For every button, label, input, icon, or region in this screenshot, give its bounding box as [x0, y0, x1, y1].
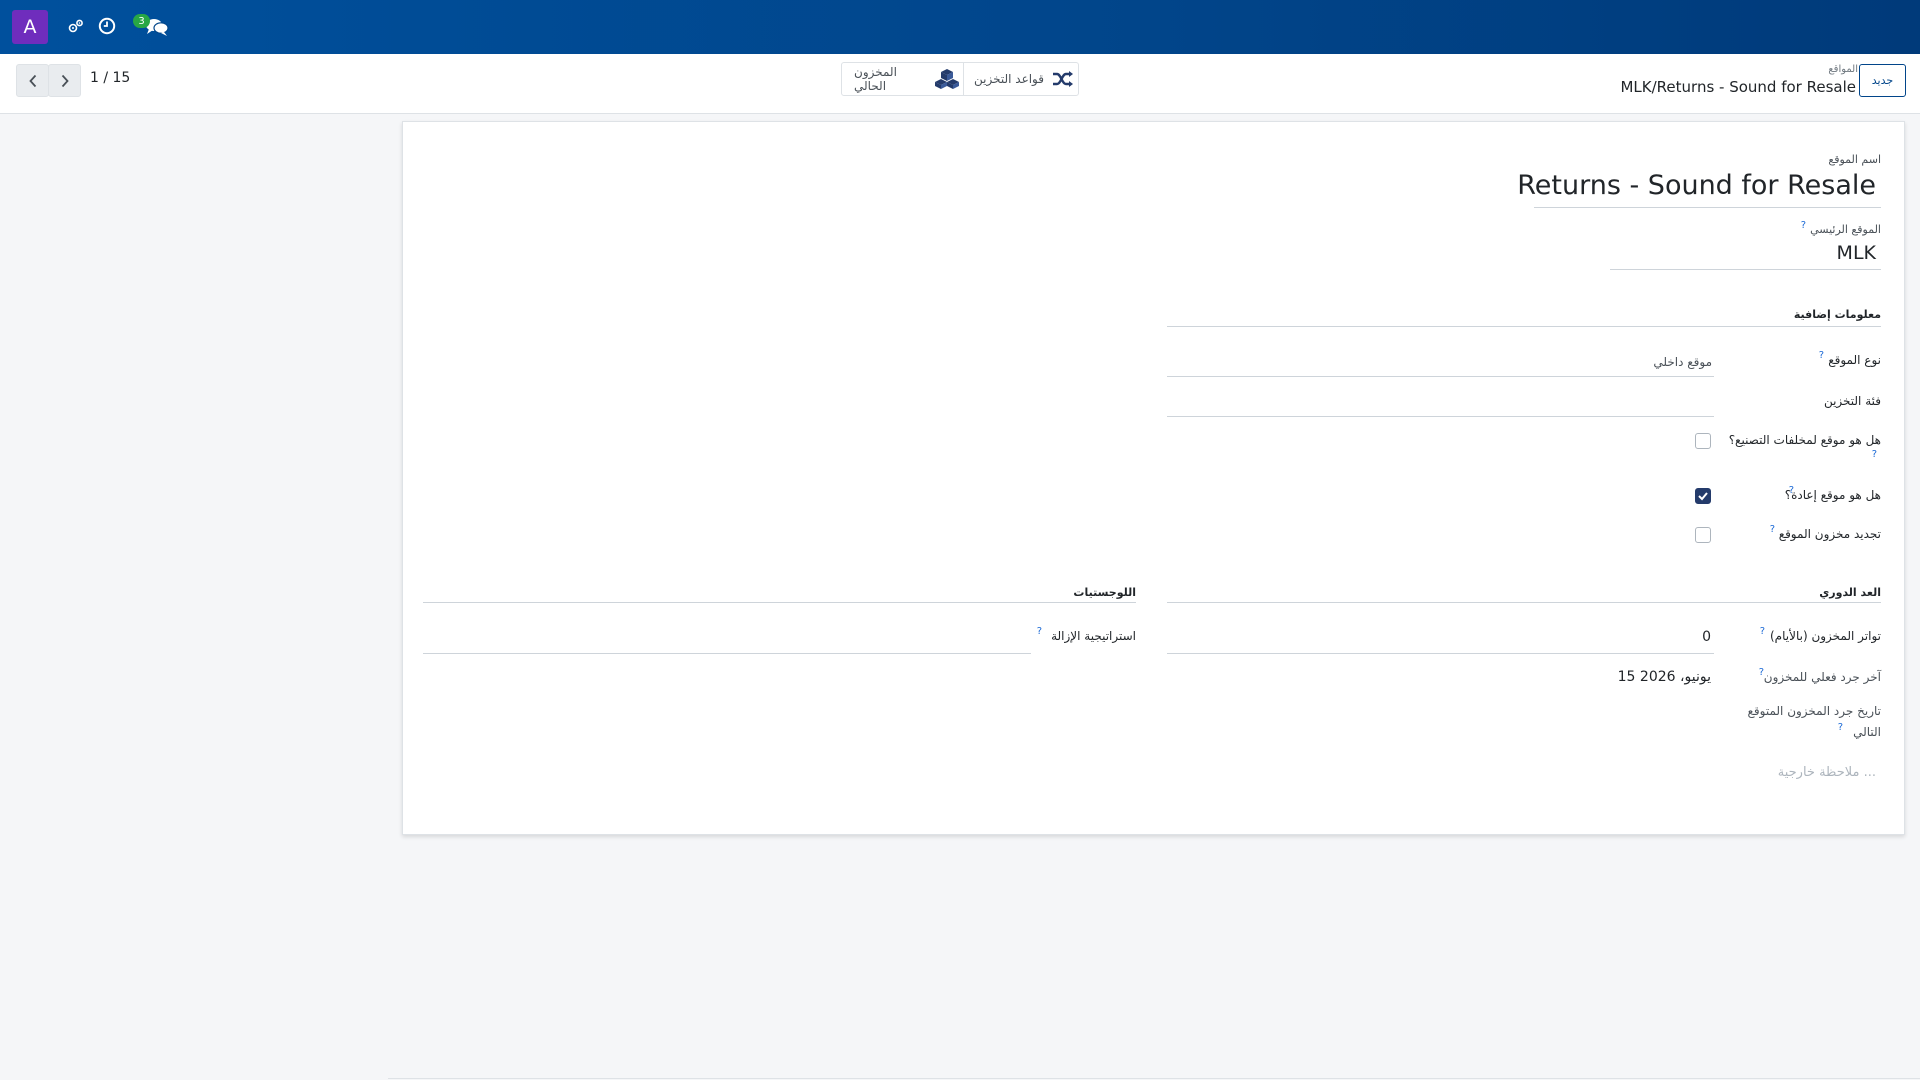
section-additional-divider — [1167, 326, 1881, 327]
location-name-label: اسم الموقع — [1828, 153, 1881, 166]
bugs-icon[interactable] — [68, 18, 84, 38]
location-name-input[interactable]: Returns - Sound for Resale — [1517, 170, 1876, 201]
smart-button-box: المخزون الحالي قواعد التخزين — [841, 62, 1079, 96]
cubes-icon — [934, 68, 960, 90]
parent-location-label: الموقع الرئيسي — [1810, 223, 1881, 236]
inventory-frequency-help-icon[interactable]: ? — [1760, 626, 1765, 637]
location-type-label: نوع الموقع — [1828, 353, 1881, 367]
chevron-right-icon — [61, 74, 69, 87]
section-cyclic-divider — [1167, 602, 1881, 603]
checkmark-icon — [1698, 492, 1708, 501]
parent-location-input[interactable]: MLK — [1837, 242, 1876, 264]
storage-category-input[interactable] — [1167, 416, 1714, 417]
external-note-field[interactable]: ملاحظة خارجية ... — [1778, 765, 1876, 780]
pager-value[interactable]: 1 / 15 — [90, 70, 130, 86]
current-stock-label: المخزون الحالي — [854, 65, 897, 93]
replenish-location-label: تجديد مخزون الموقع — [1778, 527, 1881, 541]
section-cyclic-counting: العد الدوري — [1819, 586, 1881, 599]
last-inventory-help-icon[interactable]: ? — [1759, 667, 1764, 678]
location-type-help-icon[interactable]: ? — [1819, 350, 1824, 361]
section-logistics: اللوجستيات — [1073, 586, 1136, 599]
putaway-rules-button[interactable]: قواعد التخزين — [972, 63, 1078, 95]
putaway-rules-label: قواعد التخزين — [974, 72, 1044, 86]
new-record-button[interactable]: جديد — [1859, 64, 1906, 97]
next-inventory-help-icon[interactable]: ? — [1838, 722, 1843, 733]
removal-strategy-select[interactable] — [423, 653, 1031, 654]
last-inventory-label: آخر جرد فعلي للمخزون — [1763, 670, 1881, 684]
breadcrumb-parent-link[interactable]: المواقع — [1828, 64, 1858, 75]
location-type-underline — [1167, 376, 1714, 377]
inventory-frequency-underline — [1167, 653, 1714, 654]
page-bottom-divider — [388, 1078, 1920, 1079]
shuffle-icon — [1052, 70, 1074, 88]
next-inventory-label-line2: التالي — [1853, 725, 1881, 739]
next-inventory-label-line1: تاريخ جرد المخزون المتوقع — [1747, 704, 1881, 718]
return-location-checkbox[interactable] — [1695, 488, 1711, 504]
scrap-location-help-icon[interactable]: ? — [1872, 449, 1877, 460]
replenish-location-checkbox[interactable] — [1695, 527, 1711, 543]
current-stock-button[interactable]: المخزون الحالي — [850, 63, 960, 95]
pager-previous-button[interactable] — [16, 64, 49, 97]
chat-count-badge: 3 — [133, 14, 150, 28]
clock-icon[interactable] — [98, 17, 116, 39]
return-location-help-icon[interactable]: ? — [1789, 485, 1794, 496]
removal-strategy-label: استراتيجية الإزالة — [1051, 629, 1136, 643]
section-logistics-divider — [423, 602, 1136, 603]
removal-strategy-help-icon[interactable]: ? — [1037, 626, 1042, 637]
scrap-location-checkbox[interactable] — [1695, 433, 1711, 449]
last-inventory-value: 15 يونيو، 2026 — [1617, 669, 1711, 685]
top-navbar: A 3 — [0, 0, 1920, 54]
chevron-left-icon — [28, 74, 36, 87]
storage-category-label: فئة التخزين — [1823, 394, 1881, 408]
return-location-label: هل هو موقع إعادة؟ — [1784, 488, 1881, 502]
breadcrumb-current: MLK/Returns - Sound for Resale — [1620, 78, 1856, 96]
scrap-location-label: هل هو موقع لمخلفات التصنيع؟ — [1728, 433, 1881, 447]
form-sheet: اسم الموقع Returns - Sound for Resale ال… — [402, 121, 1905, 835]
section-additional-info: معلومات إضافية — [1793, 308, 1881, 321]
location-name-underline — [1534, 207, 1881, 208]
user-avatar[interactable]: A — [12, 10, 48, 44]
parent-location-underline — [1610, 269, 1881, 270]
smart-button-divider — [963, 63, 964, 95]
pager-next-button[interactable] — [48, 64, 81, 97]
replenish-location-help-icon[interactable]: ? — [1770, 524, 1775, 535]
inventory-frequency-label: تواتر المخزون (بالأيام) — [1770, 629, 1881, 643]
inventory-frequency-input[interactable]: 0 — [1702, 629, 1711, 645]
location-type-select[interactable]: موقع داخلي — [1653, 355, 1712, 369]
parent-location-help-icon[interactable]: ? — [1801, 220, 1806, 231]
